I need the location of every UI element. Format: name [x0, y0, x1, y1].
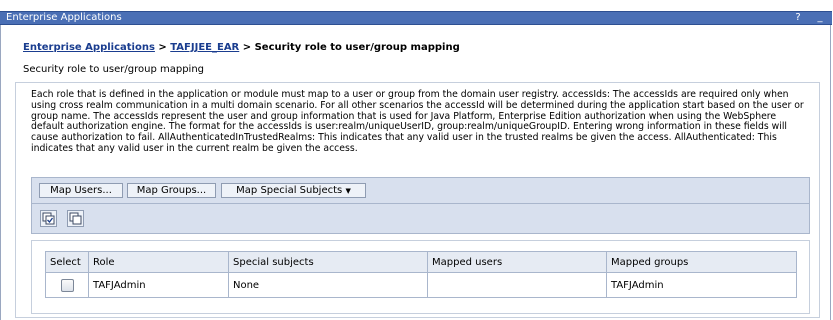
breadcrumb-enterprise-applications[interactable]: Enterprise Applications	[23, 42, 155, 53]
mapped-users-cell	[427, 272, 607, 298]
breadcrumb-current: Security role to user/group mapping	[254, 42, 460, 53]
breadcrumb-separator: >	[154, 42, 171, 53]
description-text: Each role that is defined in the applica…	[31, 89, 804, 154]
selection-toolbar	[31, 204, 810, 234]
column-header-select[interactable]: Select	[45, 251, 89, 273]
select-cell	[45, 272, 89, 298]
mapped-groups-cell: TAFJAdmin	[606, 272, 797, 298]
window-titlebar: Enterprise Applications ? _	[0, 11, 832, 25]
action-toolbar: Map Users... Map Groups... Map Special S…	[31, 177, 810, 204]
table-row: TAFJAdmin None TAFJAdmin	[45, 272, 797, 298]
select-all-icon	[42, 212, 55, 225]
help-button[interactable]: ?	[790, 12, 806, 24]
breadcrumb-app[interactable]: TAFJJEE_EAR	[170, 42, 239, 53]
map-users-button[interactable]: Map Users...	[39, 183, 123, 198]
deselect-all-icon	[69, 212, 82, 225]
role-mapping-table: Select Role Special subjects Mapped user…	[45, 251, 797, 298]
select-all-button[interactable]	[40, 210, 57, 227]
minimize-button[interactable]: _	[812, 12, 828, 24]
map-special-subjects-label: Map Special Subjects	[236, 185, 343, 196]
table-header-row: Select Role Special subjects Mapped user…	[45, 251, 797, 273]
special-subjects-cell: None	[228, 272, 428, 298]
deselect-all-button[interactable]	[67, 210, 84, 227]
chevron-down-icon: ▼	[345, 187, 351, 195]
column-header-mapped-groups[interactable]: Mapped groups	[606, 251, 797, 273]
map-groups-button[interactable]: Map Groups...	[127, 183, 216, 198]
breadcrumb: Enterprise Applications > TAFJJEE_EAR > …	[23, 42, 460, 53]
role-cell: TAFJAdmin	[88, 272, 229, 298]
map-special-subjects-button[interactable]: Map Special Subjects ▼	[221, 183, 366, 198]
page-subtitle: Security role to user/group mapping	[23, 64, 205, 75]
breadcrumb-separator: >	[239, 42, 255, 53]
row-select-checkbox[interactable]	[60, 278, 74, 292]
window-title: Enterprise Applications	[6, 12, 122, 23]
column-header-special-subjects[interactable]: Special subjects	[228, 251, 428, 273]
column-header-role[interactable]: Role	[88, 251, 229, 273]
column-header-mapped-users[interactable]: Mapped users	[427, 251, 607, 273]
